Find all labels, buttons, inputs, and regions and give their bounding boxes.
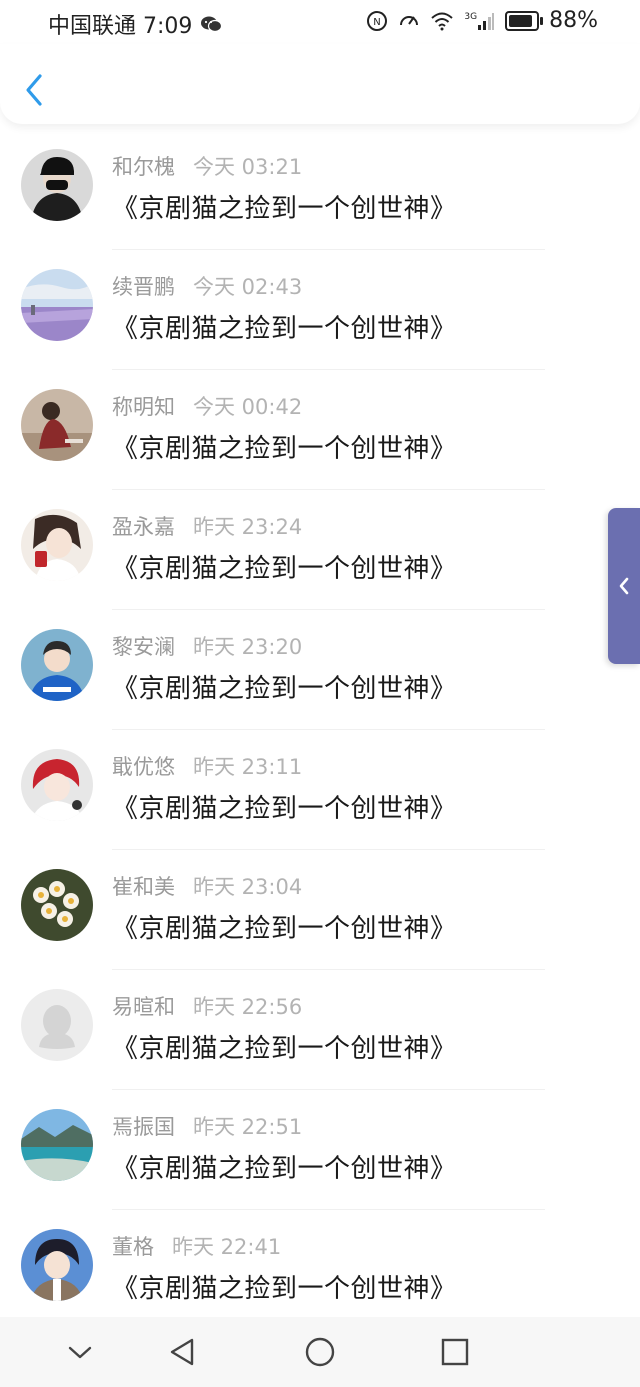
comment-time: 今天 03:21 — [193, 155, 303, 179]
avatar-dark-mask-icon — [21, 149, 93, 221]
avatar[interactable] — [21, 1229, 93, 1301]
avatar-anime-boy-icon — [21, 1229, 93, 1301]
status-bar: 中国联通 7:09 N 3G 88% — [0, 0, 640, 44]
battery-level — [509, 14, 532, 27]
top-header — [0, 44, 640, 124]
list-item[interactable]: 董格 昨天 22:41 《京剧猫之捡到一个创世神》 — [0, 1210, 640, 1330]
list-item[interactable]: 崔和美 昨天 23:04 《京剧猫之捡到一个创世神》 — [0, 850, 640, 970]
comment-time: 昨天 22:56 — [193, 995, 303, 1019]
comment-author[interactable]: 董格 — [112, 1235, 154, 1259]
comment-author[interactable]: 易暄和 — [112, 995, 175, 1019]
avatar[interactable] — [21, 269, 93, 341]
comment-text[interactable]: 《京剧猫之捡到一个创世神》 — [112, 308, 457, 345]
comment-meta: 黎安澜 昨天 23:20 — [112, 631, 302, 661]
comment-author[interactable]: 焉振国 — [112, 1115, 175, 1139]
avatar[interactable] — [21, 1109, 93, 1181]
comment-author[interactable]: 黎安澜 — [112, 635, 175, 659]
list-item[interactable]: 和尔槐 今天 03:21 《京剧猫之捡到一个创世神》 — [0, 130, 640, 250]
chevron-left-icon — [26, 74, 42, 106]
comment-meta: 和尔槐 今天 03:21 — [112, 151, 302, 181]
avatar[interactable] — [21, 149, 93, 221]
comment-meta: 董格 昨天 22:41 — [112, 1231, 281, 1261]
svg-text:N: N — [374, 17, 381, 28]
list-item[interactable]: 盈永嘉 昨天 23:24 《京剧猫之捡到一个创世神》 — [0, 490, 640, 610]
comment-text[interactable]: 《京剧猫之捡到一个创世神》 — [112, 428, 457, 465]
list-item[interactable]: 称明知 今天 00:42 《京剧猫之捡到一个创世神》 — [0, 370, 640, 490]
comment-meta: 焉振国 昨天 22:51 — [112, 1111, 302, 1141]
comment-text[interactable]: 《京剧猫之捡到一个创世神》 — [112, 908, 457, 945]
avatar[interactable] — [21, 749, 93, 821]
wechat-icon — [201, 16, 223, 33]
comment-time: 今天 02:43 — [193, 275, 303, 299]
avatar[interactable] — [21, 629, 93, 701]
list-item[interactable]: 焉振国 昨天 22:51 《京剧猫之捡到一个创世神》 — [0, 1090, 640, 1210]
comment-meta: 续晋鹏 今天 02:43 — [112, 271, 302, 301]
comment-text[interactable]: 《京剧猫之捡到一个创世神》 — [112, 1268, 457, 1305]
list-item[interactable]: 易暄和 昨天 22:56 《京剧猫之捡到一个创世神》 — [0, 970, 640, 1090]
comment-author[interactable]: 盈永嘉 — [112, 515, 175, 539]
chevron-down-icon[interactable] — [60, 1332, 100, 1372]
comment-time: 昨天 23:11 — [193, 755, 303, 779]
comment-list: 和尔槐 今天 03:21 《京剧猫之捡到一个创世神》 续晋鹏 今天 02:43 《京… — [0, 130, 640, 1330]
avatar[interactable] — [21, 389, 93, 461]
home-circle-icon[interactable] — [300, 1332, 340, 1372]
signal-icon — [478, 12, 495, 30]
comment-meta: 称明知 今天 00:42 — [112, 391, 302, 421]
chevron-left-icon — [619, 577, 629, 595]
comment-meta: 易暄和 昨天 22:56 — [112, 991, 302, 1021]
comment-time: 昨天 22:41 — [172, 1235, 282, 1259]
status-left: 中国联通 7:09 — [48, 8, 223, 40]
comment-text[interactable]: 《京剧猫之捡到一个创世神》 — [112, 788, 457, 825]
back-triangle-icon[interactable] — [162, 1332, 202, 1372]
avatar[interactable] — [21, 869, 93, 941]
recents-square-icon[interactable] — [435, 1332, 475, 1372]
avatar-girl-red-card-icon — [21, 509, 93, 581]
comment-author[interactable]: 崔和美 — [112, 875, 175, 899]
comment-text[interactable]: 《京剧猫之捡到一个创世神》 — [112, 548, 457, 585]
carrier-time: 中国联通 7:09 — [48, 14, 193, 39]
avatar[interactable] — [21, 509, 93, 581]
wifi-icon — [431, 12, 454, 30]
avatar-anime-red-hair-icon — [21, 749, 93, 821]
comment-time: 昨天 23:20 — [193, 635, 303, 659]
list-item[interactable]: 续晋鹏 今天 02:43 《京剧猫之捡到一个创世神》 — [0, 250, 640, 370]
network-type: 3G — [464, 11, 478, 22]
status-right: N 3G 88% — [366, 8, 598, 33]
comment-meta: 戢优悠 昨天 23:11 — [112, 751, 302, 781]
comment-text[interactable]: 《京剧猫之捡到一个创世神》 — [112, 1028, 457, 1065]
comment-author[interactable]: 续晋鹏 — [112, 275, 175, 299]
avatar-default-icon — [21, 989, 93, 1061]
avatar-boy-blue-hoodie-icon — [21, 629, 93, 701]
battery-icon — [505, 10, 544, 31]
comment-time: 今天 00:42 — [193, 395, 303, 419]
comment-author[interactable]: 戢优悠 — [112, 755, 175, 779]
avatar-girl-sitting-icon — [21, 389, 93, 461]
back-button[interactable] — [20, 70, 50, 110]
system-nav-bar — [0, 1317, 640, 1387]
speed-icon — [400, 15, 419, 25]
comment-meta: 盈永嘉 昨天 23:24 — [112, 511, 302, 541]
battery-percent: 88% — [549, 8, 598, 33]
side-drawer-tab[interactable] — [608, 508, 640, 664]
list-item[interactable]: 黎安澜 昨天 23:20 《京剧猫之捡到一个创世神》 — [0, 610, 640, 730]
comment-author[interactable]: 和尔槐 — [112, 155, 175, 179]
list-item[interactable]: 戢优悠 昨天 23:11 《京剧猫之捡到一个创世神》 — [0, 730, 640, 850]
avatar-lake-icon — [21, 1109, 93, 1181]
comment-time: 昨天 22:51 — [193, 1115, 303, 1139]
comment-meta: 崔和美 昨天 23:04 — [112, 871, 302, 901]
comment-text[interactable]: 《京剧猫之捡到一个创世神》 — [112, 188, 457, 225]
comment-time: 昨天 23:04 — [193, 875, 303, 899]
comment-author[interactable]: 称明知 — [112, 395, 175, 419]
avatar[interactable] — [21, 989, 93, 1061]
comment-time: 昨天 23:24 — [193, 515, 303, 539]
avatar-lavender-field-icon — [21, 269, 93, 341]
comment-text[interactable]: 《京剧猫之捡到一个创世神》 — [112, 668, 457, 705]
avatar-flowers-icon — [21, 869, 93, 941]
nfc-icon: N — [367, 10, 388, 31]
comment-text[interactable]: 《京剧猫之捡到一个创世神》 — [112, 1148, 457, 1185]
